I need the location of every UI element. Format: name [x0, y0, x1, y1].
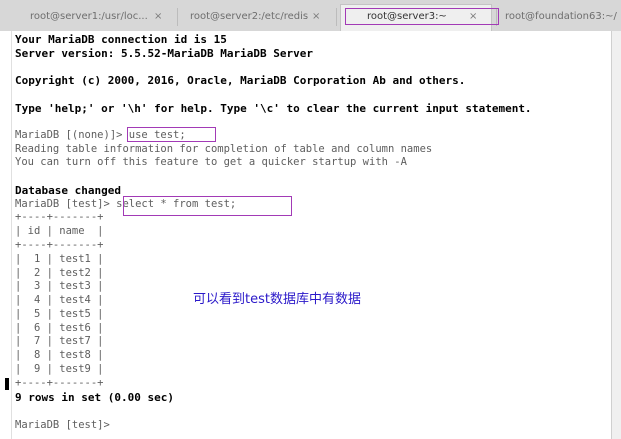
annotation-text: 可以看到test数据库中有数据: [193, 292, 361, 307]
terminal-output[interactable]: Your MariaDB connection id is 15 Server …: [0, 31, 611, 439]
terminal-line: You can turn off this feature to get a q…: [15, 156, 407, 168]
tab-foundation63[interactable]: root@foundation63:~/: [505, 5, 621, 29]
highlight-use-test: [127, 127, 216, 142]
tab-separator: [336, 8, 337, 26]
terminal-window: root@server1:/usr/loc... × root@server2:…: [0, 0, 621, 439]
terminal-line: 9 rows in set (0.00 sec): [15, 391, 174, 404]
close-icon[interactable]: ×: [154, 5, 162, 29]
highlight-active-tab: [345, 8, 499, 25]
tab-label: root@server1:/usr/loc...: [30, 11, 148, 22]
tab-label: root@server2:/etc/redis: [190, 11, 309, 22]
table-row: | 5 | test5 |: [15, 308, 104, 320]
terminal-line: Database changed: [15, 184, 121, 197]
table-row: | 9 | test9 |: [15, 363, 104, 375]
tab-server2[interactable]: root@server2:/etc/redis ×: [190, 5, 330, 29]
table-row: | 3 | test3 |: [15, 280, 104, 292]
close-icon[interactable]: ×: [312, 5, 320, 29]
terminal-line: Your MariaDB connection id is 15: [15, 33, 227, 46]
terminal-line: Server version: 5.5.52-MariaDB MariaDB S…: [15, 47, 314, 60]
terminal-line: Reading table information for completion…: [15, 143, 433, 155]
terminal-prompt-line: MariaDB [test]>: [15, 419, 110, 431]
table-header: | id | name |: [15, 225, 104, 237]
tab-separator: [177, 8, 178, 26]
gutter-marker: [5, 378, 9, 390]
table-border: +----+-------+: [15, 377, 104, 389]
table-row: | 2 | test2 |: [15, 267, 104, 279]
table-row: | 1 | test1 |: [15, 253, 104, 265]
table-border: +----+-------+: [15, 239, 104, 251]
tab-server1[interactable]: root@server1:/usr/loc... ×: [30, 5, 170, 29]
table-row: | 6 | test6 |: [15, 322, 104, 334]
table-row: | 4 | test4 |: [15, 294, 104, 306]
terminal-line: Type 'help;' or '\h' for help. Type '\c'…: [15, 102, 532, 115]
terminal-scrollbar[interactable]: [611, 31, 621, 439]
tab-label: root@foundation63:~/: [505, 11, 617, 22]
terminal-gutter: [0, 31, 12, 439]
highlight-select-query: [123, 196, 292, 216]
terminal-line: Copyright (c) 2000, 2016, Oracle, MariaD…: [15, 74, 466, 87]
table-row: | 8 | test8 |: [15, 349, 104, 361]
tab-bar: root@server1:/usr/loc... × root@server2:…: [0, 0, 621, 32]
table-border: +----+-------+: [15, 211, 104, 223]
table-row: | 7 | test7 |: [15, 335, 104, 347]
